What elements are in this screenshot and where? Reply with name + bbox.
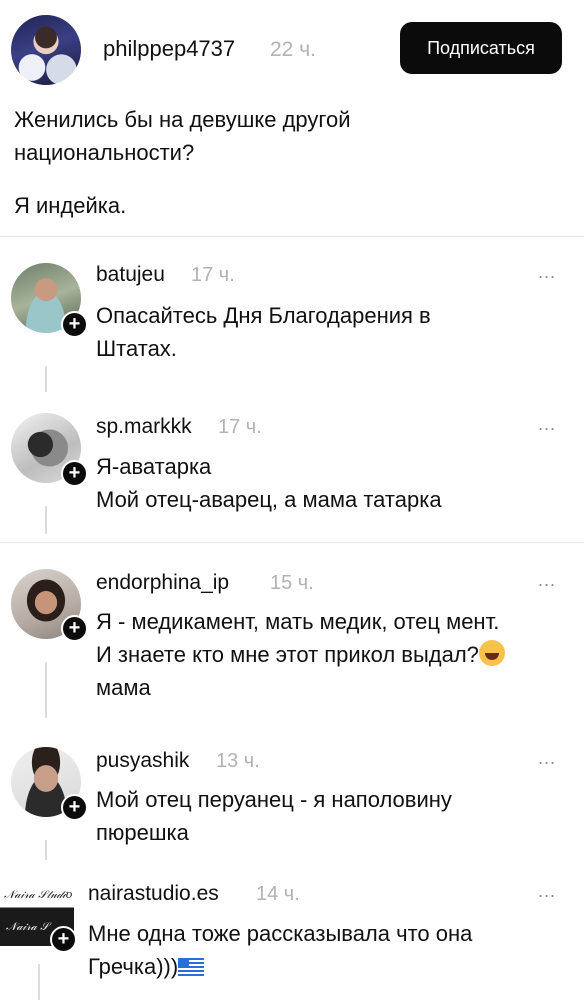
brand-logo-script: 𝒩𝒶𝒾𝓇𝒶 𝒮 bbox=[6, 920, 49, 933]
comment: + batujeu 17 ч. ... Опасайтесь Дня Благо… bbox=[0, 258, 584, 398]
thread-line bbox=[45, 506, 47, 534]
follow-plus-icon[interactable]: + bbox=[61, 794, 88, 821]
divider bbox=[0, 542, 584, 543]
more-options-icon[interactable]: ... bbox=[538, 570, 556, 591]
subscribe-button[interactable]: Подписаться bbox=[400, 22, 562, 74]
comment: + endorphina_ip 15 ч. ... Я - медикамент… bbox=[0, 566, 584, 726]
post-text-line: национальности? bbox=[14, 140, 195, 165]
comment-username[interactable]: pusyashik bbox=[96, 749, 189, 773]
comment-text-line: И знаете кто мне этот прикол выдал? bbox=[96, 638, 576, 671]
comment-text: Мне одна тоже рассказывала что она Гречк… bbox=[88, 917, 568, 983]
comment: 𝒩𝒶𝒾𝓇𝒶 𝒮𝓉𝓊𝒹𝒾𝑜 𝒩𝒶𝒾𝓇𝒶 𝒮 + nairastudio.es 14… bbox=[0, 872, 584, 1000]
post-header: philppep4737 22 ч. Подписаться bbox=[0, 0, 584, 96]
comment-text-line: Мне одна тоже рассказывала что она bbox=[88, 921, 473, 946]
thread-line bbox=[45, 662, 47, 718]
thread-line bbox=[45, 366, 47, 392]
follow-plus-icon[interactable]: + bbox=[61, 615, 88, 642]
greece-flag-icon bbox=[178, 958, 205, 976]
comment-username[interactable]: batujeu bbox=[96, 263, 165, 287]
follow-plus-icon[interactable]: + bbox=[61, 460, 88, 487]
comment-text-line: Я - медикамент, мать медик, отец мент. bbox=[96, 609, 500, 634]
comment-text-line: мама bbox=[96, 675, 151, 700]
comment: + pusyashik 13 ч. ... Мой отец перуанец … bbox=[0, 744, 584, 860]
comment-text: Я-аватарка Мой отец-аварец, а мама татар… bbox=[96, 450, 566, 516]
more-options-icon[interactable]: ... bbox=[538, 262, 556, 283]
laughing-emoji-icon bbox=[478, 640, 505, 666]
comment-time: 13 ч. bbox=[216, 750, 260, 772]
thread-line bbox=[38, 964, 40, 1000]
brand-logo-script: 𝒩𝒶𝒾𝓇𝒶 𝒮𝓉𝓊𝒹𝒾𝑜 bbox=[4, 888, 73, 901]
comment-time: 17 ч. bbox=[218, 416, 262, 438]
thread-line bbox=[45, 840, 47, 860]
more-options-icon[interactable]: ... bbox=[538, 881, 556, 902]
follow-plus-icon[interactable]: + bbox=[61, 311, 88, 338]
divider bbox=[0, 236, 584, 237]
comment-text-fragment: И знаете кто мне этот прикол выдал? bbox=[96, 642, 479, 667]
comment-text-line: Мой отец-аварец, а мама татарка bbox=[96, 487, 442, 512]
comment: + sp.markkk 17 ч. ... Я-аватарка Мой оте… bbox=[0, 410, 584, 540]
comment-time: 15 ч. bbox=[270, 572, 314, 594]
post-body: Женились бы на девушке другой национальн… bbox=[14, 103, 554, 222]
comment-username[interactable]: sp.markkk bbox=[96, 415, 192, 439]
comment-text-line: Гречка))) bbox=[88, 950, 568, 983]
post-author-username[interactable]: philppep4737 bbox=[103, 36, 235, 62]
comment-username[interactable]: endorphina_ip bbox=[96, 571, 229, 595]
comment-time: 14 ч. bbox=[256, 883, 300, 905]
comment-text: Опасайтесь Дня Благодарения в Штатах. bbox=[96, 303, 431, 361]
post-text-line: Я индейка. bbox=[14, 193, 127, 218]
post-author-avatar[interactable] bbox=[11, 15, 81, 85]
comment-time: 17 ч. bbox=[191, 264, 235, 286]
comment-username[interactable]: nairastudio.es bbox=[88, 882, 219, 906]
comment-text: Мой отец перуанец - я наполовину пюрешка bbox=[96, 787, 452, 845]
more-options-icon[interactable]: ... bbox=[538, 748, 556, 769]
post-time: 22 ч. bbox=[270, 38, 316, 61]
more-options-icon[interactable]: ... bbox=[538, 414, 556, 435]
comment-text: Я - медикамент, мать медик, отец мент. И… bbox=[96, 605, 576, 704]
comment-text-fragment: Гречка))) bbox=[88, 954, 179, 979]
post-text-line: Женились бы на девушке другой bbox=[14, 107, 351, 132]
comment-text-line: Я-аватарка bbox=[96, 454, 212, 479]
follow-plus-icon[interactable]: + bbox=[50, 926, 77, 953]
